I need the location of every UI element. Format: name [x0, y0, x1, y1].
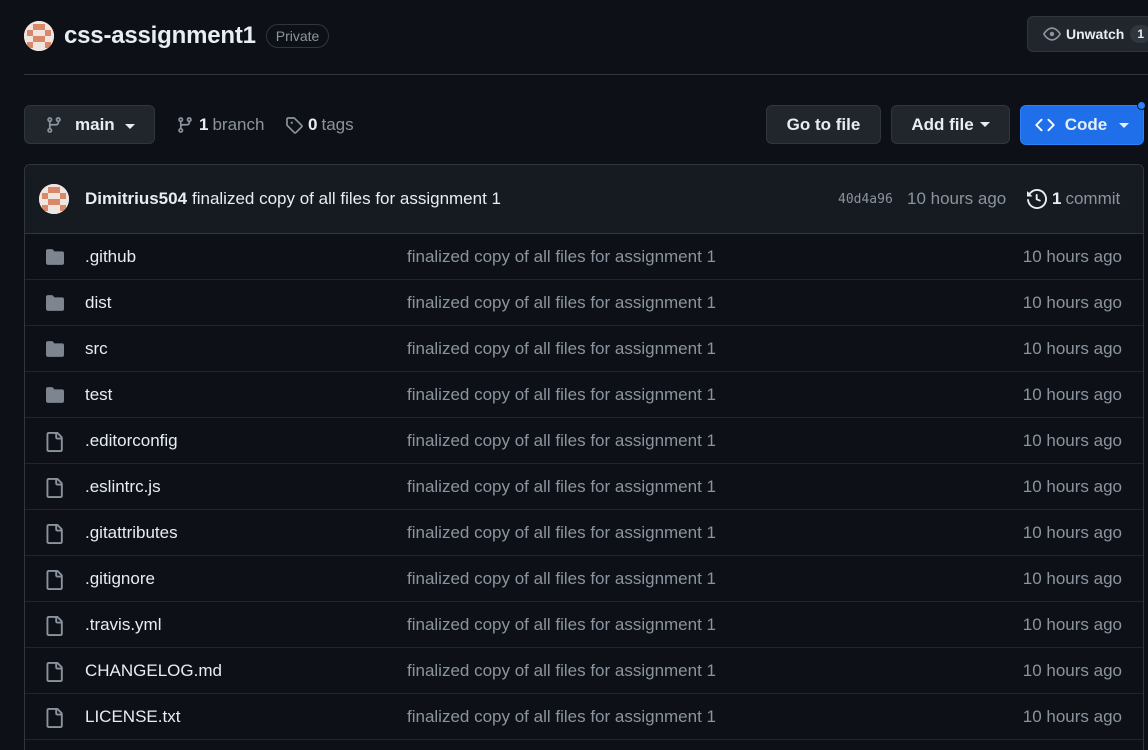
file-name[interactable]: .editorconfig [85, 431, 178, 451]
go-to-file-button[interactable]: Go to file [766, 105, 881, 144]
file-icon [44, 662, 64, 682]
add-file-button[interactable]: Add file [891, 105, 1010, 144]
file-name[interactable]: dist [85, 293, 111, 313]
owner-avatar[interactable] [24, 21, 54, 51]
repo-name[interactable]: css-assignment1 [64, 22, 256, 50]
commit-count-label: commit [1065, 189, 1121, 208]
file-commit-time: 10 hours ago [1022, 476, 1122, 496]
git-branch-icon [176, 116, 194, 134]
file-commit-time: 10 hours ago [1022, 430, 1122, 450]
commit-count: 1 [1052, 189, 1062, 208]
repo-toolbar: main 1 branch 0 tags Go to file Add file… [24, 101, 1148, 145]
commit-history-link[interactable]: 1 commit [1027, 189, 1120, 209]
chevron-down-icon [124, 123, 135, 129]
file-row[interactable]: .eslintrc.js finalized copy of all files … [25, 464, 1143, 510]
file-commit-message[interactable]: finalized copy of all files for assignme… [407, 523, 716, 543]
file-icon [44, 524, 64, 544]
file-rows: .github finalized copy of all files for a… [25, 234, 1143, 740]
file-name[interactable]: .eslintrc.js [85, 477, 161, 497]
file-name[interactable]: CHANGELOG.md [85, 661, 222, 681]
watch-count: 1 [1130, 25, 1148, 43]
file-commit-message[interactable]: finalized copy of all files for assignme… [407, 339, 716, 359]
file-row[interactable]: .editorconfig finalized copy of all files… [25, 418, 1143, 464]
file-commit-message[interactable]: finalized copy of all files for assignme… [407, 615, 716, 635]
file-commit-message[interactable]: finalized copy of all files for assignme… [407, 707, 716, 727]
folder-icon [44, 340, 66, 358]
tags-link[interactable]: 0 tags [285, 105, 354, 144]
file-name[interactable]: .gitattributes [85, 523, 178, 543]
file-name[interactable]: .gitignore [85, 569, 155, 589]
file-commit-message[interactable]: finalized copy of all files for assignme… [407, 661, 716, 681]
file-commit-message[interactable]: finalized copy of all files for assignme… [407, 247, 716, 267]
file-commit-message[interactable]: finalized copy of all files for assignme… [407, 477, 716, 497]
git-branch-icon [45, 116, 63, 134]
tag-icon [285, 116, 303, 134]
folder-icon [44, 386, 66, 404]
file-commit-time: 10 hours ago [1022, 706, 1122, 726]
file-commit-time: 10 hours ago [1022, 660, 1122, 680]
file-commit-time: 10 hours ago [1022, 292, 1122, 312]
file-commit-time: 10 hours ago [1022, 246, 1122, 266]
history-icon [1027, 189, 1047, 209]
tag-count: 0 [308, 114, 318, 134]
branch-label: branch [212, 114, 265, 134]
branch-select-button[interactable]: main [24, 105, 155, 144]
file-row[interactable]: .travis.yml finalized copy of all files f… [25, 602, 1143, 648]
file-name[interactable]: src [85, 339, 108, 359]
file-row[interactable]: dist finalized copy of all files for assi… [25, 280, 1143, 326]
file-name[interactable]: .github [85, 247, 136, 267]
header-divider [24, 74, 1148, 75]
file-list: Dimitrius504 finalized copy of all files… [24, 164, 1144, 750]
file-commit-time: 10 hours ago [1022, 614, 1122, 634]
eye-icon [1043, 25, 1061, 43]
chevron-down-icon [1119, 122, 1130, 128]
go-to-file-label: Go to file [786, 114, 861, 134]
branch-name: main [75, 114, 115, 134]
latest-commit-bar: Dimitrius504 finalized copy of all files… [25, 165, 1143, 234]
file-icon [44, 708, 64, 728]
notification-dot [1137, 101, 1146, 110]
branches-link[interactable]: 1 branch [176, 105, 264, 144]
code-button[interactable]: Code [1020, 101, 1146, 145]
commit-author[interactable]: Dimitrius504 [85, 189, 187, 209]
file-row[interactable]: test finalized copy of all files for assi… [25, 372, 1143, 418]
tag-label: tags [321, 114, 354, 134]
file-commit-time: 10 hours ago [1022, 568, 1122, 588]
file-icon [44, 478, 64, 498]
folder-icon [44, 294, 66, 312]
file-commit-time: 10 hours ago [1022, 384, 1122, 404]
file-commit-time: 10 hours ago [1022, 522, 1122, 542]
file-icon [44, 570, 64, 590]
file-row[interactable]: LICENSE.txt finalized copy of all files f… [25, 694, 1143, 740]
file-row[interactable]: .gitattributes finalized copy of all file… [25, 510, 1143, 556]
file-commit-message[interactable]: finalized copy of all files for assignme… [407, 385, 716, 405]
file-name[interactable]: test [85, 385, 112, 405]
file-icon [44, 616, 64, 636]
code-label: Code [1064, 115, 1108, 134]
file-commit-message[interactable]: finalized copy of all files for assignme… [407, 293, 716, 313]
file-commit-message[interactable]: finalized copy of all files for assignme… [407, 569, 716, 589]
file-row[interactable]: src finalized copy of all files for assig… [25, 326, 1143, 372]
unwatch-label: Unwatch [1066, 26, 1125, 42]
commit-hash[interactable]: 40d4a96 [838, 192, 893, 207]
file-row[interactable]: .gitignore finalized copy of all files fo… [25, 556, 1143, 602]
file-row[interactable]: CHANGELOG.md finalized copy of all files … [25, 648, 1143, 694]
file-commit-message[interactable]: finalized copy of all files for assignme… [407, 431, 716, 451]
branch-count: 1 [199, 114, 209, 134]
code-icon [1035, 115, 1055, 135]
file-name[interactable]: .travis.yml [85, 615, 162, 635]
visibility-badge: Private [265, 24, 330, 48]
unwatch-button[interactable]: Unwatch 1 [1027, 16, 1148, 52]
file-commit-time: 10 hours ago [1022, 338, 1122, 358]
file-name[interactable]: LICENSE.txt [85, 707, 180, 727]
add-file-label: Add file [911, 114, 974, 134]
author-avatar[interactable] [39, 184, 69, 214]
folder-icon [44, 248, 66, 266]
commit-time: 10 hours ago [907, 189, 1007, 208]
repo-header: css-assignment1 Private Unwatch 1 [24, 16, 1148, 54]
file-row[interactable]: .github finalized copy of all files for a… [25, 234, 1143, 280]
chevron-down-icon [979, 122, 990, 127]
commit-message[interactable]: finalized copy of all files for assignme… [192, 189, 501, 209]
file-icon [44, 432, 64, 452]
